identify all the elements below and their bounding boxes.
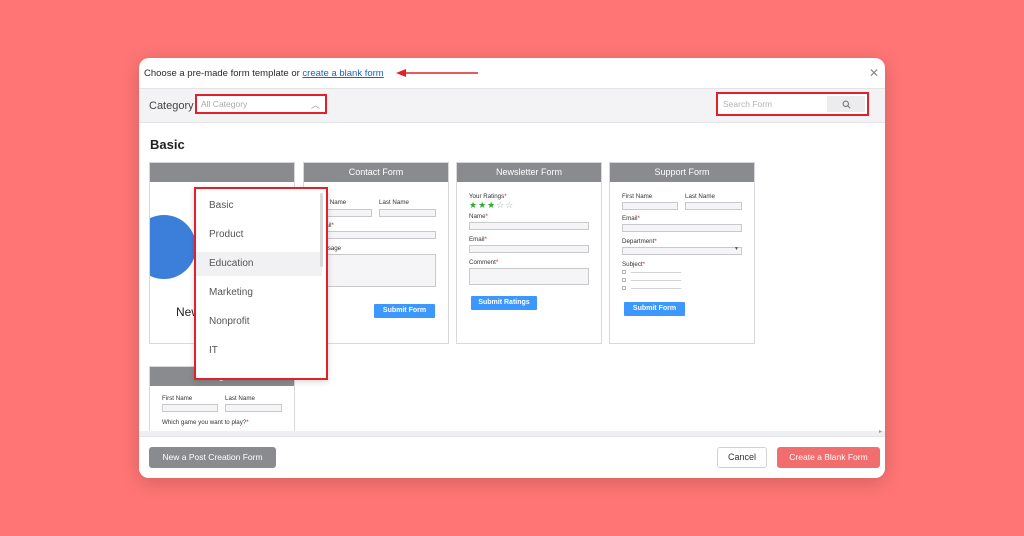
submit-ratings-button: Submit Ratings xyxy=(471,296,537,310)
ratings-text: Your Ratings xyxy=(469,193,505,200)
first-name-label: First Name xyxy=(162,395,193,402)
name-field xyxy=(469,222,589,230)
subject-text: Subject xyxy=(622,261,643,268)
dropdown-item-marketing[interactable]: Marketing xyxy=(196,281,322,305)
newsletter-form-title: Newsletter Form xyxy=(457,163,601,182)
category-value: All Category xyxy=(201,99,248,109)
dropdown-item-education[interactable]: Education xyxy=(196,252,322,276)
contact-submit-button: Submit Form xyxy=(374,304,435,318)
category-dropdown: Basic Product Education Marketing Nonpro… xyxy=(194,187,328,380)
category-label: Category xyxy=(149,100,194,112)
subject-label: Subject* xyxy=(622,261,645,268)
required-mark: * xyxy=(331,222,334,229)
checkbox xyxy=(622,270,626,274)
email-label: Email* xyxy=(469,236,487,243)
department-label: Department* xyxy=(622,238,657,245)
search-input[interactable] xyxy=(720,96,826,112)
last-name-field xyxy=(225,404,282,412)
required-mark: * xyxy=(654,238,657,245)
plus-icon xyxy=(150,215,196,279)
first-name-field xyxy=(622,202,678,210)
email-text: Email xyxy=(622,215,638,222)
question-label: Which game you want to play?* xyxy=(162,419,249,426)
intro-text: Choose a pre-made form template or creat… xyxy=(144,68,384,79)
dropdown-scrollbar[interactable] xyxy=(320,193,323,267)
question-text: Which game you want to play? xyxy=(162,419,247,426)
dropdown-item-basic[interactable]: Basic xyxy=(196,194,322,218)
message-field xyxy=(316,254,436,287)
email-label: Email* xyxy=(622,215,640,222)
cancel-button[interactable]: Cancel xyxy=(717,447,767,468)
support-submit-button: Submit Form xyxy=(624,302,685,316)
intro-label: Choose a pre-made form template or xyxy=(144,68,303,79)
contact-form-title: Contact Form xyxy=(304,163,448,182)
option-line xyxy=(631,288,681,289)
star-rating: ★★★☆☆ xyxy=(469,200,515,210)
search-button[interactable] xyxy=(827,96,865,112)
comment-label: Comment* xyxy=(469,259,498,266)
filter-toolbar: Category All Category ︿ xyxy=(139,88,885,123)
support-form-title: Support Form xyxy=(610,163,754,182)
modal-footer: New a Post Creation Form Cancel Create a… xyxy=(139,436,885,478)
template-modal: Choose a pre-made form template or creat… xyxy=(139,58,885,478)
ratings-label: Your Ratings* xyxy=(469,193,507,200)
first-name-field xyxy=(162,404,218,412)
first-name-label: First Name xyxy=(622,193,653,200)
blank-card-header xyxy=(150,163,294,182)
modal-header: Choose a pre-made form template or creat… xyxy=(139,58,885,88)
close-icon[interactable]: ✕ xyxy=(868,67,880,79)
support-form-card[interactable]: Support Form First Name Last Name Email*… xyxy=(609,162,755,344)
option-line xyxy=(631,280,681,281)
checkbox xyxy=(622,286,626,290)
comment-field xyxy=(469,268,589,285)
template-gallery: Basic New Blank Form Contact Form First … xyxy=(139,124,884,432)
required-mark: * xyxy=(246,419,249,426)
search-box xyxy=(716,92,869,116)
red-arrow-annotation xyxy=(396,69,478,77)
option-line xyxy=(631,272,681,273)
section-title: Basic xyxy=(150,137,185,152)
last-name-label: Last Name xyxy=(379,199,409,206)
checkbox xyxy=(622,278,626,282)
required-mark: * xyxy=(485,213,488,220)
create-blank-form-button[interactable]: Create a Blank Form xyxy=(777,447,880,468)
last-name-label: Last Name xyxy=(225,395,255,402)
email-field xyxy=(316,231,436,239)
required-mark: * xyxy=(495,259,499,266)
last-name-field xyxy=(685,202,742,210)
required-mark: * xyxy=(484,236,487,243)
dropdown-item-nonprofit[interactable]: Nonprofit xyxy=(196,310,322,334)
department-text: Department xyxy=(622,238,655,245)
last-name-label: Last Name xyxy=(685,193,715,200)
email-field xyxy=(469,245,589,253)
required-mark: * xyxy=(504,193,507,200)
chevron-up-icon: ︿ xyxy=(310,100,320,110)
category-select[interactable]: All Category ︿ xyxy=(195,94,327,114)
name-text: Name xyxy=(469,213,486,220)
comment-text: Comment xyxy=(469,259,496,266)
dropdown-item-product[interactable]: Product xyxy=(196,223,322,247)
email-field xyxy=(622,224,742,232)
newsletter-form-card[interactable]: Newsletter Form Your Ratings* ★★★☆☆ Name… xyxy=(456,162,602,344)
required-mark: * xyxy=(637,215,640,222)
last-name-field xyxy=(379,209,436,217)
new-post-creation-form-button[interactable]: New a Post Creation Form xyxy=(149,447,276,468)
create-blank-form-link[interactable]: create a blank form xyxy=(302,68,383,79)
dropdown-item-it[interactable]: IT xyxy=(196,339,322,363)
name-label: Name* xyxy=(469,213,488,220)
email-text: Email xyxy=(469,236,485,243)
required-mark: * xyxy=(642,261,646,268)
scroll-right-icon[interactable]: ▸ xyxy=(879,428,882,435)
department-select: ▼ xyxy=(622,246,742,255)
search-icon xyxy=(842,100,850,109)
